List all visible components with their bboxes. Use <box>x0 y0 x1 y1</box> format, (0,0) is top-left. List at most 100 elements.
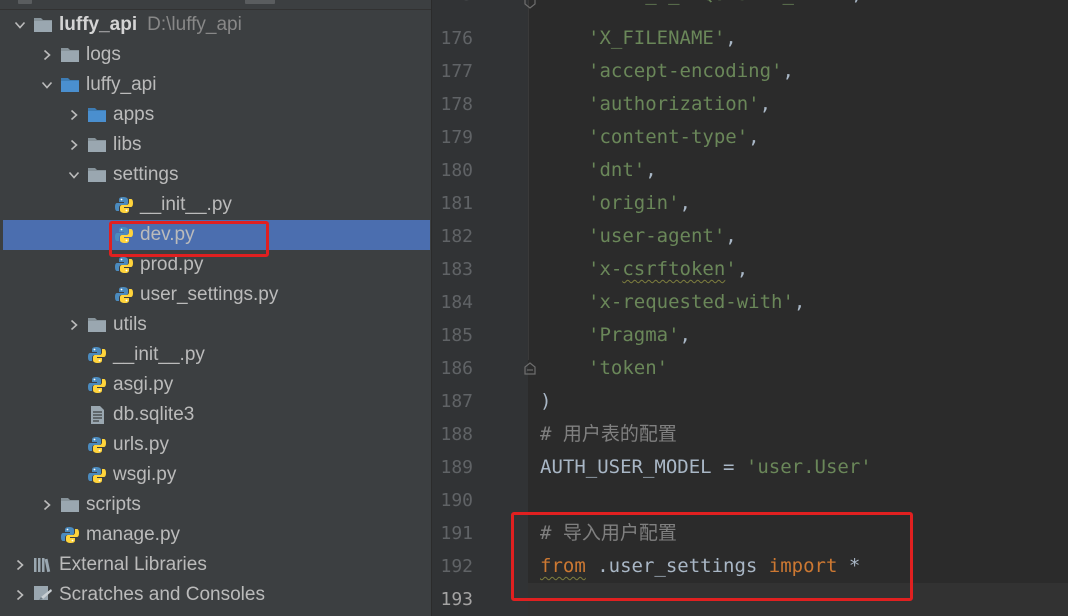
chevron-down-icon[interactable] <box>39 70 55 100</box>
code-line: 'accept-encoding', <box>588 55 794 88</box>
line-number: 188 <box>440 424 473 445</box>
code-token: , <box>782 60 794 82</box>
tree-item-asgi-py[interactable]: asgi.py <box>0 370 431 400</box>
chevron-right-icon[interactable] <box>12 550 28 580</box>
code-line: 'origin', <box>588 187 691 220</box>
chevron-right-icon[interactable] <box>39 490 55 520</box>
chevron-right-icon[interactable] <box>66 310 82 340</box>
code-token: 'authorization' <box>588 93 760 115</box>
tree-item-manage-py[interactable]: manage.py <box>0 520 431 550</box>
line-number: 178 <box>440 94 473 115</box>
folder-icon <box>86 164 108 186</box>
tree-item-db-sqlite3[interactable]: db.sqlite3 <box>0 400 431 430</box>
fold-open-icon[interactable] <box>523 0 537 10</box>
project-tree-panel: luffy_api D:\luffy_apilogs luffy_apiapps li… <box>0 0 431 616</box>
code-token: , <box>679 324 691 346</box>
tree-item-libs[interactable]: libs <box>0 130 431 160</box>
code-line: 'x-csrftoken', <box>588 253 748 286</box>
chevron-right-icon[interactable] <box>66 130 82 160</box>
code-line: 'token' <box>588 352 668 385</box>
line-number: 184 <box>440 292 473 313</box>
tree-item-label: scripts <box>86 494 141 515</box>
folder-icon <box>86 134 108 156</box>
line-number: 185 <box>440 325 473 346</box>
tree-item-label: urls.py <box>113 434 169 455</box>
line-number: 192 <box>440 556 473 577</box>
tree-item-label: __init__.py <box>113 344 205 365</box>
tree-item-user-settings-py[interactable]: user_settings.py <box>0 280 431 310</box>
line-number: 177 <box>440 61 473 82</box>
tree-item-scratches-and-consoles[interactable]: Scratches and Consoles <box>0 580 431 610</box>
line-number: 182 <box>440 226 473 247</box>
line-number: 190 <box>440 490 473 511</box>
line-number: 186 <box>440 358 473 379</box>
tree-item-wsgi-py[interactable]: wsgi.py <box>0 460 431 490</box>
code-token: 'origin' <box>588 192 680 214</box>
folder-icon <box>86 314 108 336</box>
tree-item-label: Scratches and Consoles <box>59 584 265 605</box>
tree-item-label: External Libraries <box>59 554 207 575</box>
python-file-icon <box>86 374 108 396</box>
tree-item-apps[interactable]: apps <box>0 100 431 130</box>
tree-item-label: libs <box>113 134 142 155</box>
code-token: , <box>736 258 749 280</box>
tree-item-label: logs <box>86 44 121 65</box>
source-folder-icon <box>86 104 108 126</box>
line-number: 193 <box>440 589 473 610</box>
code-token: 'user.User' <box>745 456 872 478</box>
folder-icon <box>59 494 81 516</box>
code-line: 'content-type', <box>588 121 760 154</box>
highlight-box-dev-py <box>109 221 269 257</box>
source-folder-icon <box>59 74 81 96</box>
python-file-icon <box>113 194 135 216</box>
tree-item-luffy-api[interactable]: luffy_api <box>0 70 431 100</box>
code-token: AUTH_USER_MODEL <box>540 456 712 478</box>
chevron-right-icon[interactable] <box>12 580 28 610</box>
tree-item-label: apps <box>113 104 155 125</box>
tree-item-urls-py[interactable]: urls.py <box>0 430 431 460</box>
code-token: 'x- <box>588 258 623 280</box>
tree-item-label: db.sqlite3 <box>113 404 195 425</box>
code-line: 'HTTP_X_REQUESTED_WITH', <box>588 0 863 11</box>
tree-item-init-py[interactable]: __init__.py <box>0 340 431 370</box>
code-line: 'dnt', <box>588 154 657 187</box>
line-number: 187 <box>440 391 473 412</box>
chevron-right-icon[interactable] <box>39 40 55 70</box>
python-file-icon <box>113 254 135 276</box>
folder-icon <box>32 14 54 36</box>
code-token: 'dnt' <box>588 159 646 181</box>
tree-item-label: asgi.py <box>113 374 174 395</box>
code-line: 'X_FILENAME', <box>588 22 737 55</box>
chevron-down-icon[interactable] <box>12 10 28 40</box>
project-path: D:\luffy_api <box>147 14 242 35</box>
tree-item-settings[interactable]: settings <box>0 160 431 190</box>
line-number: 189 <box>440 457 473 478</box>
code-token: , <box>645 159 657 181</box>
tree-item-logs[interactable]: logs <box>0 40 431 70</box>
code-line: AUTH_USER_MODEL = 'user.User' <box>540 451 872 484</box>
line-number: 176 <box>440 28 473 49</box>
tree-item-label: wsgi.py <box>113 464 177 485</box>
code-line: # 用户表的配置 <box>540 418 677 451</box>
code-line: 'user-agent', <box>588 220 737 253</box>
code-token: 'content-type' <box>588 126 749 148</box>
python-file-icon <box>86 464 108 486</box>
chevron-down-icon[interactable] <box>66 160 82 190</box>
fold-close-icon[interactable] <box>523 361 537 375</box>
libraries-icon <box>32 554 54 576</box>
tree-item-external-libraries[interactable]: External Libraries <box>0 550 431 580</box>
line-number: 175 <box>432 0 473 11</box>
chevron-right-icon[interactable] <box>66 100 82 130</box>
code-token: 'accept-encoding' <box>588 60 783 82</box>
tree-item-luffy-api[interactable]: luffy_api D:\luffy_api <box>0 10 431 40</box>
tree-item-label: luffy_api <box>86 74 157 95</box>
tree-item-scripts[interactable]: scripts <box>0 490 431 520</box>
code-line: 'authorization', <box>588 88 771 121</box>
tree-header-strip <box>0 0 431 10</box>
tree-item-utils[interactable]: utils <box>0 310 431 340</box>
code-token: csrftoken <box>622 258 726 280</box>
tree-item-init-py[interactable]: __init__.py <box>0 190 431 220</box>
code-token: , <box>725 27 737 49</box>
fold-guide-line <box>528 0 529 360</box>
code-token: 'user-agent' <box>588 225 726 247</box>
